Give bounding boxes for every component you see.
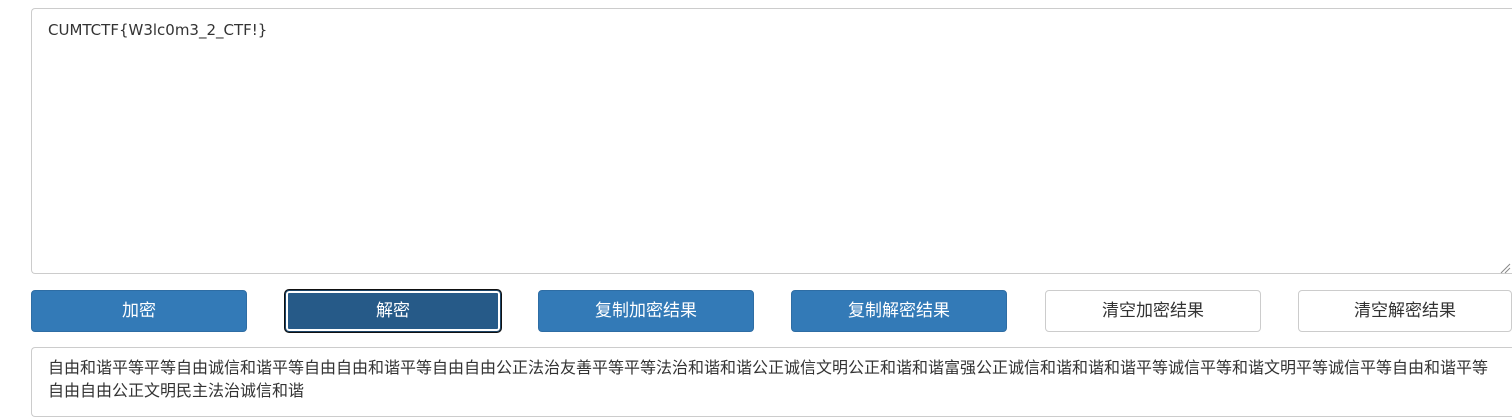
plaintext-input[interactable]: CUMTCTF{W3lc0m3_2_CTF!}: [31, 8, 1512, 274]
copy-decrypt-result-button[interactable]: 复制解密结果: [791, 290, 1007, 332]
copy-encrypt-result-button[interactable]: 复制加密结果: [538, 290, 754, 332]
clear-decrypt-result-button[interactable]: 清空解密结果: [1298, 290, 1512, 332]
encrypt-button[interactable]: 加密: [31, 290, 247, 332]
resize-grip-icon[interactable]: [1499, 259, 1511, 274]
decrypt-button[interactable]: 解密: [285, 290, 501, 332]
clear-encrypt-result-button[interactable]: 清空加密结果: [1045, 290, 1261, 332]
